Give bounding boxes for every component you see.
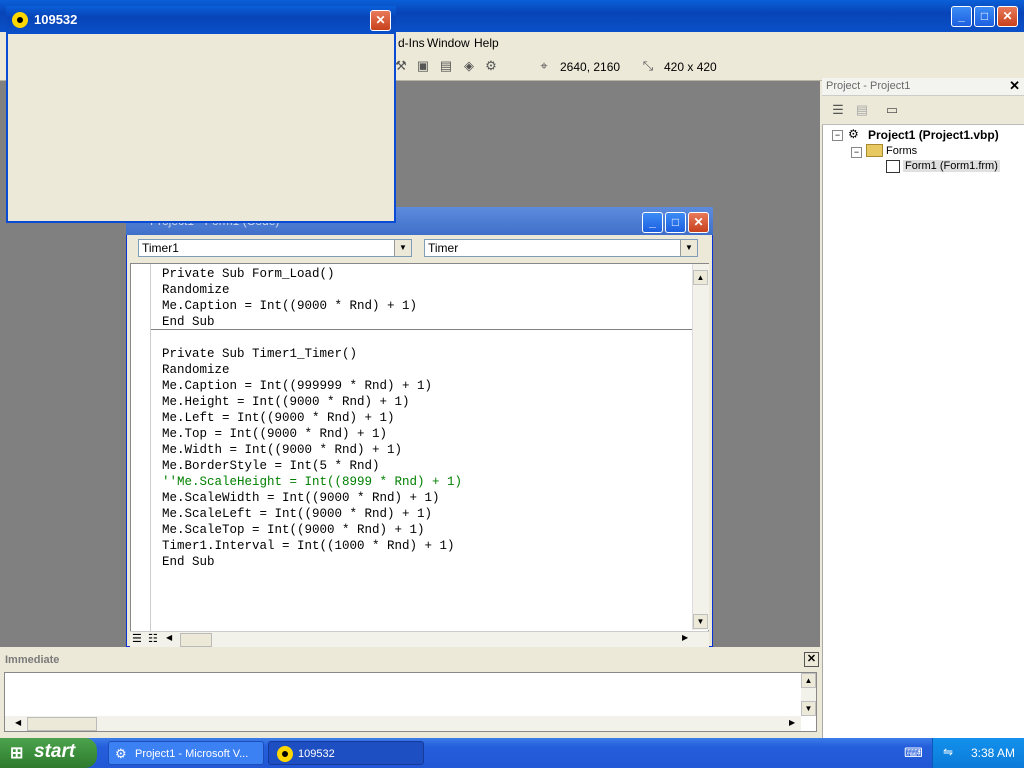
network-icon[interactable]: ⇋	[943, 745, 953, 759]
scroll-thumb[interactable]	[180, 633, 212, 647]
procedure-combo-value: Timer	[428, 241, 459, 255]
code-vertical-scrollbar[interactable]: ▲ ▼	[692, 264, 709, 630]
code-line[interactable]: Me.BorderStyle = Int(5 * Rnd)	[162, 459, 380, 473]
immediate-horizontal-scrollbar[interactable]: ◀ ▶	[5, 716, 801, 731]
chevron-down-icon[interactable]: ▼	[394, 240, 411, 256]
scroll-up-icon[interactable]: ▲	[801, 673, 816, 688]
size-readout: 420 x 420	[664, 60, 717, 74]
code-horizontal-scrollbar[interactable]: ☰ ☷ ◀ ▶	[130, 631, 709, 647]
procedure-combo[interactable]: Timer ▼	[424, 239, 698, 257]
chevron-down-icon[interactable]: ▼	[680, 240, 697, 256]
project-icon: ⚙	[848, 127, 859, 141]
object-browser-icon[interactable]: ◈	[461, 58, 477, 74]
scroll-thumb[interactable]	[27, 717, 97, 731]
minimize-icon[interactable]: _	[951, 6, 972, 27]
close-icon[interactable]: ✕	[370, 10, 391, 31]
code-line[interactable]: Randomize	[162, 363, 230, 377]
tree-form1-item[interactable]: Form1 (Form1.frm)	[903, 160, 1000, 172]
collapse-icon[interactable]: −	[851, 147, 862, 158]
running-form-window[interactable]	[6, 6, 396, 223]
code-line-comment[interactable]: ''Me.ScaleHeight = Int((8999 * Rnd) + 1)	[162, 475, 462, 489]
code-line[interactable]: Me.ScaleWidth = Int((9000 * Rnd) + 1)	[162, 491, 440, 505]
properties-icon[interactable]: ▣	[415, 58, 431, 74]
close-icon[interactable]: ✕	[1009, 78, 1020, 94]
close-icon[interactable]: ✕	[804, 652, 819, 667]
taskbar-button-form[interactable]: 109532	[268, 741, 424, 765]
vb-app-icon: ⚙	[115, 746, 127, 761]
tree-project-root[interactable]: Project1 (Project1.vbp)	[868, 128, 999, 142]
size-icon: ⤡	[642, 58, 654, 73]
code-line[interactable]: Me.Height = Int((9000 * Rnd) + 1)	[162, 395, 410, 409]
code-line[interactable]: Me.Caption = Int((9000 * Rnd) + 1)	[162, 299, 417, 313]
view-code-icon[interactable]: ☰	[830, 102, 846, 118]
maximize-icon[interactable]: □	[665, 212, 686, 233]
code-line[interactable]: Randomize	[162, 283, 230, 297]
scroll-right-icon[interactable]: ▶	[789, 718, 795, 727]
code-line[interactable]: Me.Caption = Int((999999 * Rnd) + 1)	[162, 379, 432, 393]
code-line[interactable]: Me.Top = Int((9000 * Rnd) + 1)	[162, 427, 387, 441]
position-icon: ⌖	[540, 58, 548, 73]
minimize-icon[interactable]: _	[642, 212, 663, 233]
form-title-bar[interactable]: 109532 ✕	[6, 6, 396, 34]
code-margin	[131, 264, 151, 631]
project-title-text: Project - Project1	[826, 80, 911, 92]
scroll-down-icon[interactable]: ▼	[693, 614, 708, 629]
code-line[interactable]: Me.Width = Int((9000 * Rnd) + 1)	[162, 443, 402, 457]
close-icon[interactable]: ✕	[688, 212, 709, 233]
code-line[interactable]: End Sub	[162, 315, 215, 329]
close-icon[interactable]: ✕	[997, 6, 1018, 27]
scroll-up-icon[interactable]: ▲	[693, 270, 708, 285]
radiation-icon	[277, 746, 293, 762]
immediate-title: Immediate	[5, 654, 60, 666]
procedure-separator	[151, 329, 692, 330]
object-combo-value: Timer1	[142, 241, 179, 255]
taskbar-button-vb[interactable]: ⚙ Project1 - Microsoft V...	[108, 741, 264, 765]
immediate-vertical-scrollbar[interactable]: ▲ ▼	[801, 673, 816, 716]
code-line[interactable]: Private Sub Form_Load()	[162, 267, 335, 281]
radiation-icon	[12, 12, 28, 28]
project-explorer-title: Project - Project1 ✕	[822, 78, 1024, 96]
position-readout: 2640, 2160	[560, 60, 621, 74]
menu-help[interactable]: Help	[474, 36, 499, 50]
project-toolbar: ☰ ▤ ▭	[822, 96, 1024, 125]
code-line[interactable]: Me.ScaleTop = Int((9000 * Rnd) + 1)	[162, 523, 425, 537]
toggle-folders-icon[interactable]: ▭	[884, 102, 900, 118]
tree-forms-folder[interactable]: Forms	[886, 145, 917, 157]
procedure-view-icon[interactable]: ☰	[132, 632, 142, 645]
system-tray: ⇋ 3:38 AM	[932, 738, 1024, 768]
scroll-right-icon[interactable]: ▶	[682, 633, 688, 642]
menu-window[interactable]: Window	[427, 36, 470, 50]
scroll-down-icon[interactable]: ▼	[801, 701, 816, 716]
collapse-icon[interactable]: −	[832, 130, 843, 141]
code-line[interactable]: Me.Left = Int((9000 * Rnd) + 1)	[162, 411, 395, 425]
windows-logo-icon: ⊞	[10, 745, 24, 762]
object-combo[interactable]: Timer1 ▼	[138, 239, 412, 257]
start-button[interactable]: ⊞ start	[0, 738, 97, 768]
code-line[interactable]: Timer1.Interval = Int((1000 * Rnd) + 1)	[162, 539, 455, 553]
maximize-icon[interactable]: □	[974, 6, 995, 27]
folder-icon	[866, 144, 883, 157]
keyboard-icon[interactable]: ⌨	[904, 745, 923, 761]
taskbar-button-label: Project1 - Microsoft V...	[135, 748, 249, 760]
scroll-left-icon[interactable]: ◀	[15, 718, 21, 727]
scroll-left-icon[interactable]: ◀	[166, 633, 172, 642]
form-icon	[886, 160, 900, 173]
code-line[interactable]: End Sub	[162, 555, 215, 569]
form-layout-icon[interactable]: ▤	[438, 58, 454, 74]
immediate-title-bar[interactable]: Immediate ✕	[0, 651, 820, 669]
code-line[interactable]: Private Sub Timer1_Timer()	[162, 347, 357, 361]
project-explorer	[822, 78, 1024, 738]
code-line[interactable]: Me.ScaleLeft = Int((9000 * Rnd) + 1)	[162, 507, 432, 521]
form-title: 109532	[34, 12, 78, 27]
clock[interactable]: 3:38 AM	[971, 746, 1015, 760]
full-module-view-icon[interactable]: ☷	[148, 632, 158, 645]
toolbox-tools-icon[interactable]: ⚙	[483, 58, 499, 74]
menu-addins[interactable]: d-Ins	[398, 36, 425, 50]
view-object-icon[interactable]: ▤	[854, 102, 870, 118]
taskbar-button-label: 109532	[298, 748, 335, 760]
start-label: start	[34, 741, 76, 762]
